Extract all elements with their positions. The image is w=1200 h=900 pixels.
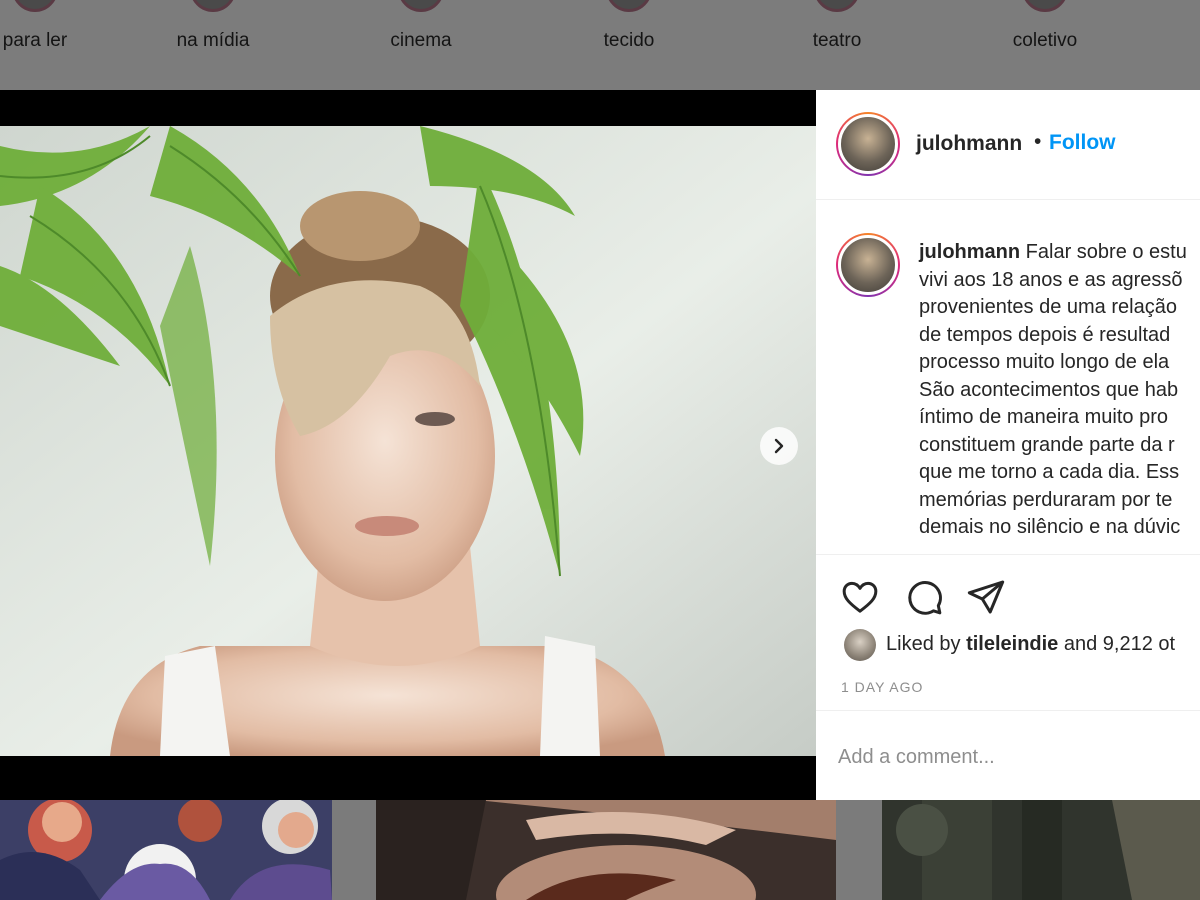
post-header: julohmann • Follow <box>816 90 1200 200</box>
highlight-cover <box>398 0 444 12</box>
caption-line: Falar sobre o estu <box>1025 241 1187 263</box>
highlight-label: para ler <box>2 30 68 51</box>
highlight-para-ler[interactable]: para ler <box>0 0 100 90</box>
highlight-na-midia[interactable]: na mídia <box>148 0 278 90</box>
follow-button[interactable]: Follow <box>1049 131 1116 155</box>
post-photo[interactable] <box>0 126 816 756</box>
next-image-button[interactable] <box>760 427 798 465</box>
liker-avatar <box>844 629 876 661</box>
caption-line: memórias perduraram por te <box>919 488 1173 511</box>
caption-username[interactable]: julohmann <box>919 241 1020 263</box>
liker-username[interactable]: tileleindie <box>966 633 1058 655</box>
highlight-label: na mídia <box>176 30 250 51</box>
caption-line: provenientes de uma relação <box>919 296 1177 318</box>
caption-line: íntimo de maneira muito pro <box>919 406 1169 428</box>
highlight-cover <box>606 0 652 12</box>
caption-author-avatar[interactable] <box>836 233 900 297</box>
highlight-cinema[interactable]: cinema <box>356 0 486 90</box>
send-icon <box>967 580 1005 614</box>
author-avatar[interactable] <box>836 112 900 176</box>
separator-dot: • <box>1034 130 1042 153</box>
highlight-label: tecido <box>603 30 655 51</box>
highlight-cover <box>190 0 236 12</box>
grid-post-thumbnail[interactable] <box>882 800 1200 900</box>
highlight-cover <box>12 0 58 12</box>
comment-box <box>816 710 1200 800</box>
comment-input[interactable] <box>838 741 1178 773</box>
post-actions: Liked by tileleindie and 9,212 ot 1 DAY … <box>816 554 1200 710</box>
comment-button[interactable] <box>902 575 946 619</box>
portrait-with-fern-image <box>0 126 816 756</box>
post-details-panel: julohmann • Follow julohmann Falar sobre… <box>816 90 1200 800</box>
highlight-label: teatro <box>812 30 862 51</box>
highlight-label: coletivo <box>1012 30 1078 51</box>
like-button[interactable] <box>838 575 882 619</box>
comment-icon <box>908 581 942 615</box>
caption-area: julohmann Falar sobre o estu vivi aos 18… <box>816 201 1200 554</box>
highlight-cover <box>1022 0 1068 12</box>
caption-line: demais no silêncio e na dúvic <box>919 516 1181 538</box>
highlight-cover <box>814 0 860 12</box>
author-username[interactable]: julohmann <box>916 132 1022 156</box>
highlight-coletivo[interactable]: coletivo <box>980 0 1110 90</box>
caption-line: vivi aos 18 anos e as agressõ <box>919 268 1183 291</box>
grid-post-thumbnail[interactable] <box>0 800 332 900</box>
post-caption: julohmann Falar sobre o estu vivi aos 18… <box>919 239 1200 542</box>
chevron-right-icon <box>774 438 784 454</box>
likes-summary[interactable]: Liked by tileleindie and 9,212 ot <box>844 627 1200 661</box>
illustration-women-thumbnail <box>0 800 332 900</box>
likes-prefix: Liked by <box>886 633 961 655</box>
heart-icon <box>842 581 878 613</box>
highlight-tecido[interactable]: tecido <box>564 0 694 90</box>
caption-line: São acontecimentos que hab <box>919 378 1179 401</box>
caption-line: processo muito longo de ela <box>919 351 1170 373</box>
story-highlights: para ler na mídia cinema tecido teatro c… <box>0 0 1200 90</box>
grid-post-thumbnail[interactable] <box>376 800 836 900</box>
caption-line: de tempos depois é resultad <box>919 323 1171 346</box>
likes-count-text[interactable]: and 9,212 ot <box>1064 633 1175 655</box>
portrait-thumbnail <box>376 800 836 900</box>
post-timestamp: 1 DAY AGO <box>841 679 924 695</box>
highlight-teatro[interactable]: teatro <box>772 0 902 90</box>
caption-line: constituem grande parte da r <box>919 433 1175 456</box>
post-media <box>0 90 816 800</box>
highlight-label: cinema <box>390 30 452 51</box>
share-button[interactable] <box>964 575 1008 619</box>
forest-thumbnail <box>882 800 1200 900</box>
caption-line: que me torno a cada dia. Ess <box>919 461 1180 483</box>
